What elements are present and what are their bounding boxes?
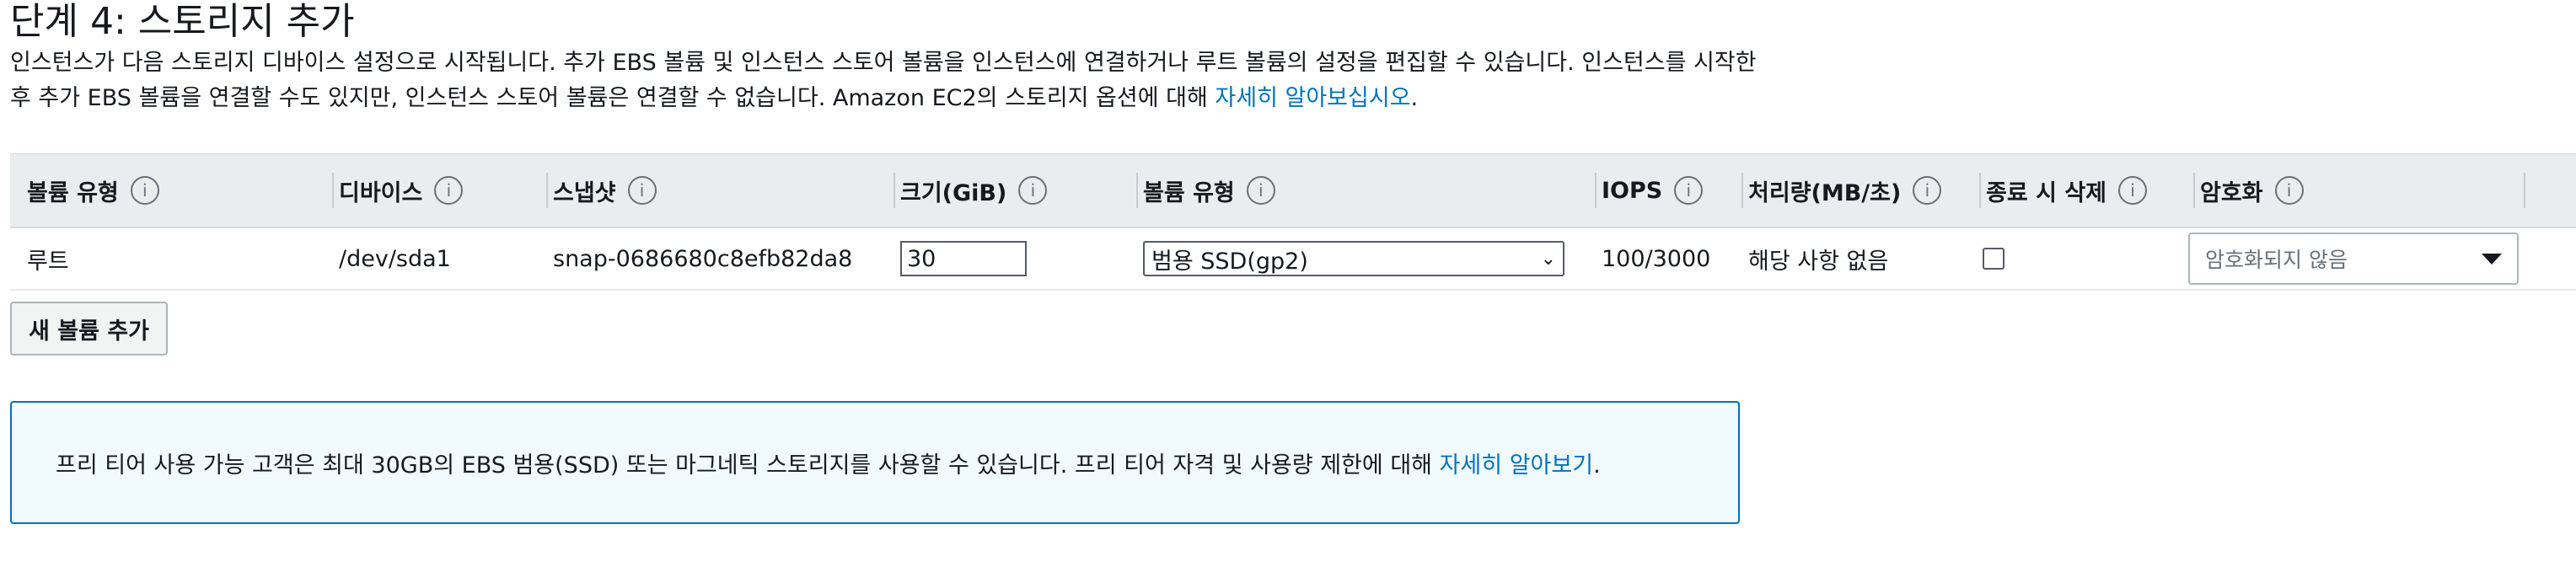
col-header-volume-type: 볼륨 유형 i bbox=[27, 154, 159, 227]
info-icon[interactable]: i bbox=[1246, 176, 1275, 205]
col-header-size: 크기(GiB) i bbox=[894, 154, 1048, 227]
col-header-label: 볼륨 유형 bbox=[1143, 179, 1235, 206]
info-icon[interactable]: i bbox=[627, 176, 657, 205]
delete-on-termination-checkbox[interactable] bbox=[1983, 248, 2004, 270]
caret-down-icon bbox=[2482, 253, 2502, 265]
col-header-label: 처리량(MB/초) bbox=[1748, 179, 1902, 206]
table-header-row: 볼륨 유형 i 디바이스 i 스냅샷 i 크기(GiB) i 볼륨 유형 i I… bbox=[10, 153, 2576, 228]
col-header-delete-on-termination: 종료 시 삭제 i bbox=[1979, 154, 2147, 227]
col-header-label: 볼륨 유형 bbox=[27, 179, 119, 206]
cell-snapshot: snap-0686680c8efb82da8 bbox=[553, 245, 853, 272]
info-icon[interactable]: i bbox=[1913, 176, 1942, 205]
column-divider bbox=[332, 173, 334, 208]
col-header-iops: IOPS i bbox=[1595, 154, 1704, 227]
page-description: 인스턴스가 다음 스토리지 디바이스 설정으로 시작됩니다. 추가 EBS 볼륨… bbox=[10, 45, 1763, 116]
column-divider bbox=[894, 173, 895, 208]
chevron-down-icon: ⌄ bbox=[1540, 248, 1556, 270]
column-divider bbox=[2193, 173, 2195, 208]
cell-volume-type: 루트 bbox=[27, 248, 69, 275]
add-new-volume-button[interactable]: 새 볼륨 추가 bbox=[10, 302, 168, 356]
free-tier-info-text: 프리 티어 사용 가능 고객은 최대 30GB의 EBS 범용(SSD) 또는 … bbox=[56, 447, 1601, 479]
column-divider bbox=[2524, 173, 2525, 208]
description-line-2-text: 후 추가 EBS 볼륨을 연결할 수도 있지만, 인스턴스 스토어 볼륨은 연결… bbox=[10, 85, 1216, 111]
description-line-2: 후 추가 EBS 볼륨을 연결할 수도 있지만, 인스턴스 스토어 볼륨은 연결… bbox=[10, 81, 1763, 116]
volume-type-select[interactable]: 범용 SSD(gp2) ⌄ bbox=[1143, 241, 1564, 276]
column-divider bbox=[1136, 173, 1138, 208]
info-icon[interactable]: i bbox=[1018, 176, 1048, 205]
table-row: 루트 /dev/sda1 snap-0686680c8efb82da8 범용 S… bbox=[10, 228, 2576, 291]
free-tier-info-box: 프리 티어 사용 가능 고객은 최대 30GB의 EBS 범용(SSD) 또는 … bbox=[10, 401, 1740, 524]
cell-ebs-volume-type: 범용 SSD(gp2) ⌄ bbox=[1143, 228, 1564, 289]
free-tier-learn-more-link[interactable]: 자세히 알아보기 bbox=[1440, 452, 1593, 479]
col-header-label: 종료 시 삭제 bbox=[1986, 179, 2106, 206]
column-divider bbox=[546, 173, 548, 208]
learn-more-storage-link[interactable]: 자세히 알아보십시오 bbox=[1215, 85, 1410, 111]
col-header-label: 디바이스 bbox=[339, 179, 423, 206]
info-icon[interactable]: i bbox=[130, 176, 159, 205]
free-tier-info-body: 프리 티어 사용 가능 고객은 최대 30GB의 EBS 범용(SSD) 또는 … bbox=[56, 452, 1440, 479]
col-header-ebs-volume-type: 볼륨 유형 i bbox=[1136, 154, 1275, 227]
size-input[interactable] bbox=[900, 241, 1027, 276]
col-header-label: IOPS bbox=[1602, 177, 1663, 204]
cell-encryption: 암호화되지 않음 bbox=[2188, 228, 2519, 289]
col-header-label: 암호화 bbox=[2200, 179, 2263, 206]
encryption-select-value: 암호화되지 않음 bbox=[2205, 248, 2348, 272]
col-header-throughput: 처리량(MB/초) i bbox=[1741, 154, 1942, 227]
column-divider bbox=[1979, 173, 1981, 208]
column-divider bbox=[1595, 173, 1597, 208]
description-period: . bbox=[1410, 85, 1419, 111]
col-header-label: 크기(GiB) bbox=[900, 179, 1007, 206]
info-icon[interactable]: i bbox=[434, 176, 464, 205]
info-icon[interactable]: i bbox=[2118, 176, 2147, 205]
encryption-select[interactable]: 암호화되지 않음 bbox=[2188, 233, 2519, 285]
info-icon[interactable]: i bbox=[1674, 176, 1704, 205]
free-tier-info-period: . bbox=[1593, 452, 1601, 479]
column-divider bbox=[1741, 173, 1743, 208]
info-icon[interactable]: i bbox=[2274, 176, 2304, 205]
page-title: 단계 4: 스토리지 추가 bbox=[10, 0, 355, 43]
cell-device: /dev/sda1 bbox=[339, 245, 451, 272]
volume-type-select-value: 범용 SSD(gp2) bbox=[1151, 248, 1308, 275]
description-line-1: 인스턴스가 다음 스토리지 디바이스 설정으로 시작됩니다. 추가 EBS 볼륨… bbox=[10, 50, 1757, 76]
cell-throughput: 해당 사항 없음 bbox=[1748, 248, 1889, 275]
col-header-device: 디바이스 i bbox=[332, 154, 464, 227]
col-header-label: 스냅샷 bbox=[553, 179, 616, 206]
cell-delete-on-termination bbox=[1983, 228, 2004, 289]
storage-table: 볼륨 유형 i 디바이스 i 스냅샷 i 크기(GiB) i 볼륨 유형 i I… bbox=[10, 153, 2576, 291]
col-header-encryption: 암호화 i bbox=[2193, 154, 2304, 227]
cell-iops: 100/3000 bbox=[1602, 245, 1711, 272]
cell-size bbox=[900, 228, 1027, 289]
col-header-snapshot: 스냅샷 i bbox=[546, 154, 657, 227]
